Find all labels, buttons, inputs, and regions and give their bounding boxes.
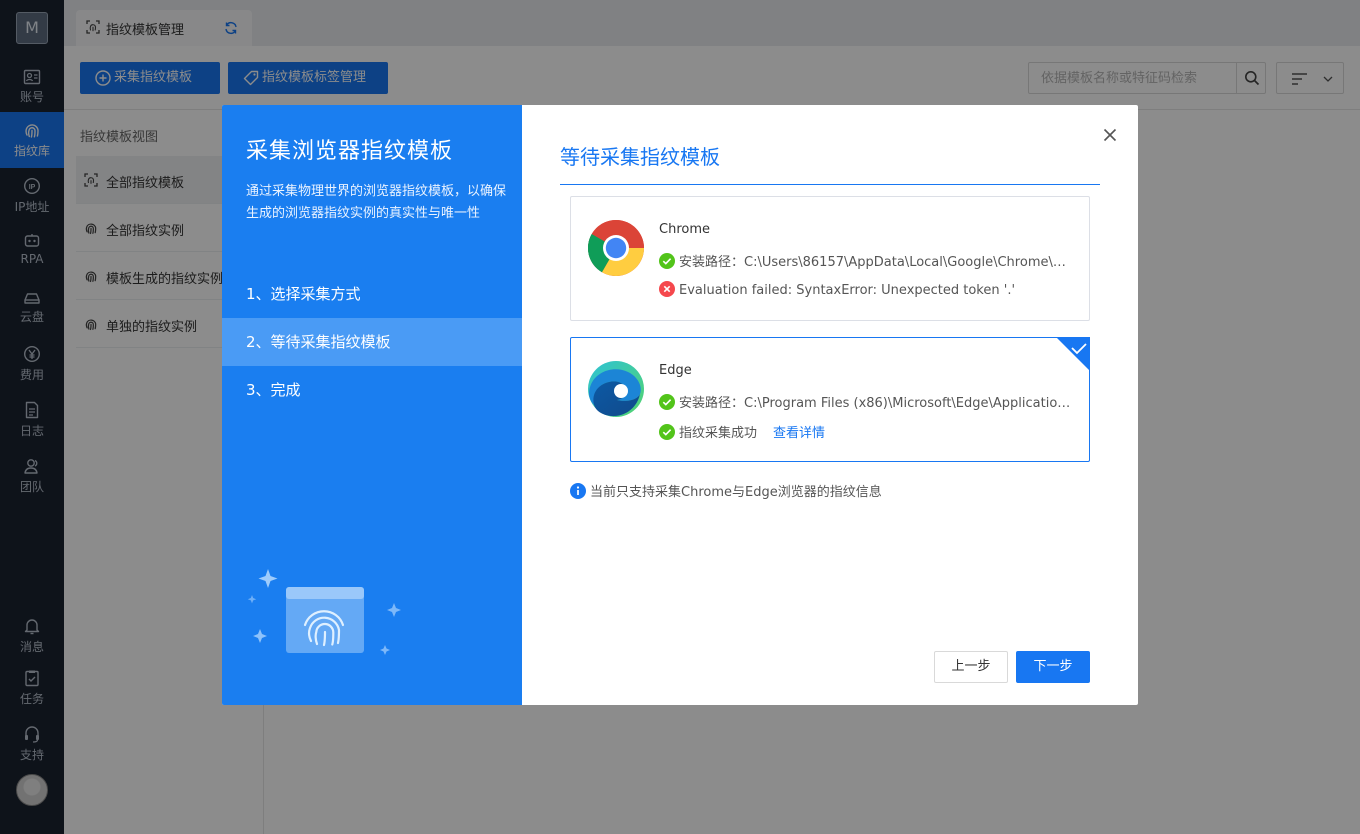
info-icon — [570, 483, 586, 499]
title-divider — [560, 184, 1100, 185]
support-notice-text: 当前只支持采集Chrome与Edge浏览器的指纹信息 — [590, 485, 882, 500]
install-path-row: 安装路径：C:\Program Files (x86)\Microsoft\Ed… — [659, 392, 1072, 411]
dialog-content-panel: 等待采集指纹模板 Chrome 安装路径：C:\Users\86157\AppD… — [522, 105, 1138, 705]
browser-name: Edge — [659, 363, 692, 378]
browser-card-chrome[interactable]: Chrome 安装路径：C:\Users\86157\AppData\Local… — [570, 196, 1090, 321]
content-title: 等待采集指纹模板 — [560, 145, 720, 169]
edge-logo-icon — [588, 361, 644, 417]
selected-check-icon — [1056, 337, 1090, 371]
install-path-label: 安装路径： — [679, 255, 745, 270]
collect-status-row: 指纹采集成功 查看详情 — [659, 422, 825, 441]
install-path-value: C:\Users\86157\AppData\Local\Google\Chro… — [744, 255, 1072, 270]
dialog-steps-panel: 采集浏览器指纹模板 通过采集物理世界的浏览器指纹模板，以确保生成的浏览器指纹实例… — [222, 105, 522, 705]
step-select-method: 1、选择采集方式 — [246, 285, 361, 303]
browser-name: Chrome — [659, 222, 710, 237]
collect-template-dialog: 采集浏览器指纹模板 通过采集物理世界的浏览器指纹模板，以确保生成的浏览器指纹实例… — [222, 105, 1138, 705]
collect-status-row: Evaluation failed: SyntaxError: Unexpect… — [659, 281, 1015, 298]
fingerprint-illustration — [247, 569, 401, 655]
success-check-icon — [659, 253, 675, 269]
success-check-icon — [659, 424, 675, 440]
install-path-row: 安装路径：C:\Users\86157\AppData\Local\Google… — [659, 251, 1072, 270]
step-complete: 3、完成 — [246, 381, 301, 399]
collect-status-text: Evaluation failed: SyntaxError: Unexpect… — [679, 283, 1016, 298]
close-icon[interactable] — [1100, 125, 1120, 145]
collect-status-text: 指纹采集成功 — [679, 426, 758, 441]
dialog-title: 采集浏览器指纹模板 — [246, 139, 454, 164]
install-path-value: C:\Program Files (x86)\Microsoft\Edge\Ap… — [744, 396, 1072, 411]
step-waiting-collect: 2、等待采集指纹模板 — [222, 318, 522, 366]
error-x-icon — [659, 281, 675, 297]
dialog-description: 通过采集物理世界的浏览器指纹模板，以确保生成的浏览器指纹实例的真实性与唯一性 — [246, 184, 507, 221]
install-path-label: 安装路径： — [679, 396, 745, 411]
next-step-button[interactable]: 下一步 — [1016, 651, 1090, 683]
view-details-link[interactable]: 查看详情 — [773, 426, 825, 441]
success-check-icon — [659, 394, 675, 410]
support-notice: 当前只支持采集Chrome与Edge浏览器的指纹信息 — [570, 481, 882, 500]
chrome-logo-icon — [587, 220, 644, 277]
previous-step-button[interactable]: 上一步 — [934, 651, 1008, 683]
browser-card-edge[interactable]: Edge 安装路径：C:\Program Files (x86)\Microso… — [570, 337, 1090, 462]
